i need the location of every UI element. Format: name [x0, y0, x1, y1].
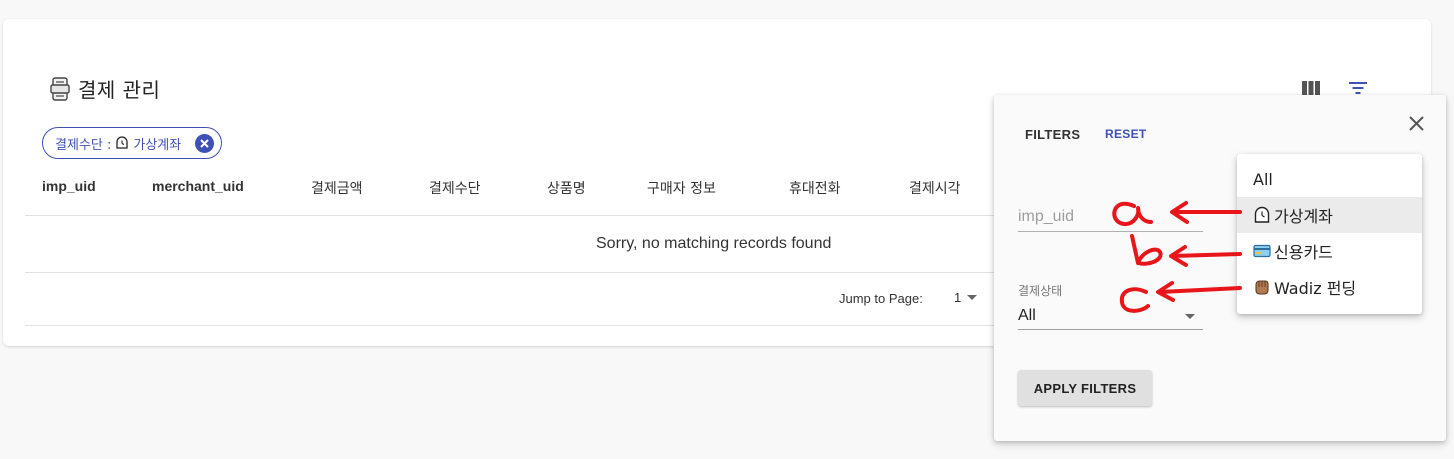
imp-uid-input[interactable] — [1018, 203, 1203, 232]
payment-method-option-virtual-account[interactable]: 가상계좌 — [1237, 197, 1422, 233]
payment-method-filter-chip: 결제수단 : 가상계좌 — [42, 127, 222, 159]
chip-value: 가상계좌 — [133, 137, 182, 153]
chevron-down-icon — [1185, 314, 1195, 319]
page-number: 1 — [954, 290, 962, 305]
column-header-imp-uid[interactable]: imp_uid — [42, 178, 96, 194]
column-header-paid-at[interactable]: 결제시각 — [909, 178, 961, 198]
payment-method-option-wadiz[interactable]: Wadiz 펀딩 — [1237, 269, 1422, 305]
payment-method-dropdown: All 가상계좌 신용카드 Wadiz 펀딩 — [1237, 154, 1422, 314]
option-label: Wadiz 펀딩 — [1274, 279, 1357, 298]
payment-status-select[interactable]: All — [1018, 302, 1203, 330]
column-header-buyer-info[interactable]: 구매자 정보 — [647, 178, 716, 198]
apply-filters-button[interactable]: APPLY FILTERS — [1018, 370, 1152, 406]
column-header-merchant-uid[interactable]: merchant_uid — [152, 178, 244, 194]
payment-method-option-credit-card[interactable]: 신용카드 — [1237, 233, 1422, 269]
column-header-payment-method[interactable]: 결제수단 — [429, 178, 481, 198]
payment-status-value: All — [1018, 306, 1036, 324]
clock-icon — [116, 136, 129, 149]
receipt-icon — [50, 76, 70, 101]
credit-card-icon — [1253, 244, 1271, 258]
column-header-phone[interactable]: 휴대전화 — [789, 178, 841, 198]
empty-table-message: Sorry, no matching records found — [596, 235, 832, 252]
option-label: 신용카드 — [1274, 243, 1333, 262]
page-header: 결제 관리 — [50, 74, 160, 103]
clock-icon — [1254, 206, 1270, 223]
jump-to-page-label: Jump to Page: — [839, 291, 923, 306]
payment-status-label: 결제상태 — [1018, 284, 1063, 298]
option-label: All — [1253, 169, 1273, 189]
payment-method-option-all[interactable]: All — [1237, 161, 1422, 197]
page-title: 결제 관리 — [78, 78, 161, 102]
close-icon[interactable] — [1407, 114, 1426, 133]
chip-remove-icon[interactable] — [195, 134, 214, 153]
column-header-amount[interactable]: 결제금액 — [311, 178, 363, 198]
reset-filters-button[interactable]: RESET — [1105, 127, 1147, 141]
column-header-product-name[interactable]: 상품명 — [547, 178, 586, 198]
chip-label: 결제수단 : — [55, 137, 112, 153]
option-label: 가상계좌 — [1274, 207, 1333, 226]
chevron-down-icon — [967, 295, 978, 300]
jump-to-page-select[interactable]: 1 — [954, 290, 978, 305]
hand-icon — [1255, 280, 1269, 295]
filters-title: FILTERS — [1025, 127, 1081, 142]
